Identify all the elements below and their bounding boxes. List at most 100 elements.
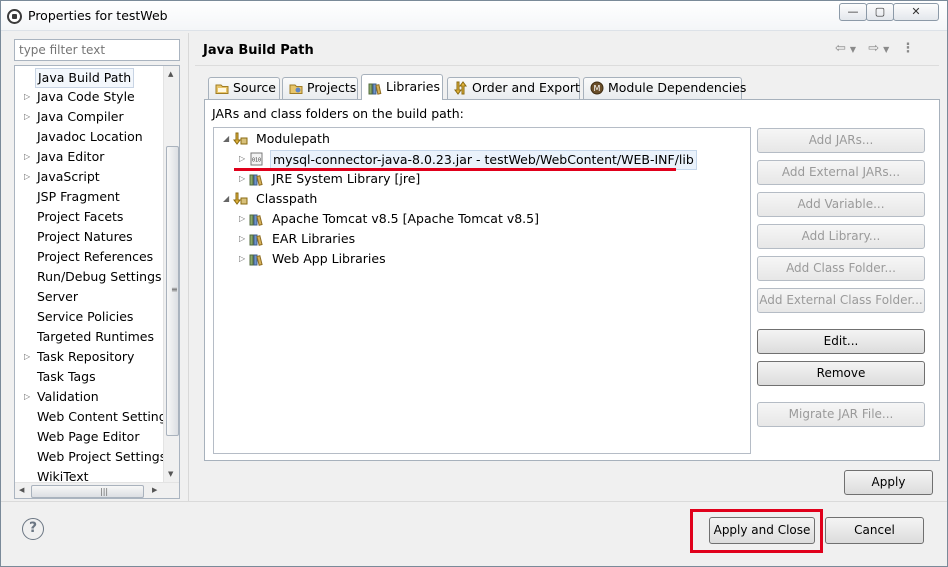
nav-horizontal-scrollbar[interactable]: ◀ ||| ▶ [15, 482, 179, 498]
property-page-tree: Java Build Path ▷ Java Code Style ▷ Java Com… [14, 65, 180, 499]
forward-dropdown-icon[interactable]: ▼ [883, 45, 893, 54]
tree-entry-label: mysql-connector-java-8.0.23.jar - testWe… [270, 150, 697, 170]
forward-arrow-icon[interactable]: ⇨ [868, 41, 883, 56]
modulepath-icon [233, 132, 248, 146]
tree-entry-label: Classpath [256, 191, 318, 206]
tab-libraries[interactable]: Libraries [361, 74, 443, 100]
scroll-left-arrow-icon[interactable]: ◀ [19, 486, 24, 494]
add-library-button[interactable]: Add Library... [757, 224, 925, 249]
tab-source[interactable]: Source [208, 77, 280, 99]
help-icon[interactable]: ? [22, 518, 44, 540]
maximize-button[interactable]: ▢ [866, 3, 894, 21]
library-icon [249, 232, 264, 246]
collapse-arrow-icon[interactable]: ◢ [223, 129, 229, 149]
add-external-class-folder-button[interactable]: Add External Class Folder... [757, 288, 925, 313]
expand-arrow-icon[interactable]: ▷ [24, 387, 34, 407]
classpath-icon [233, 192, 248, 206]
expand-arrow-icon[interactable]: ▷ [239, 149, 245, 169]
add-jars-button[interactable]: Add JARs... [757, 128, 925, 153]
title-separator [195, 65, 939, 66]
add-class-folder-button[interactable]: Add Class Folder... [757, 256, 925, 281]
nav-item-label: Run/Debug Settings [37, 269, 162, 284]
tree-entry-label: JRE System Library [jre] [272, 171, 421, 186]
expand-arrow-icon[interactable]: ▷ [239, 209, 245, 229]
nav-horizontal-scroll-thumb[interactable]: ||| [31, 485, 144, 498]
collapse-arrow-icon[interactable]: ◢ [223, 189, 229, 209]
page-history-arrows[interactable]: ⇦▼ ⇨▼ ⋮ [835, 41, 918, 56]
add-external-jars-button[interactable]: Add External JARs... [757, 160, 925, 185]
filter-input[interactable] [14, 39, 180, 61]
remove-button[interactable]: Remove [757, 361, 925, 386]
migrate-jar-file-button[interactable]: Migrate JAR File... [757, 402, 925, 427]
expand-arrow-icon[interactable]: ▷ [24, 147, 34, 167]
nav-item-label: Javadoc Location [37, 129, 143, 144]
nav-vertical-scrollbar[interactable]: ▲ ≡ ▼ [163, 66, 179, 482]
nav-item-label: Validation [37, 389, 99, 404]
tab-projects[interactable]: Projects [282, 77, 358, 99]
libraries-icon [368, 80, 382, 95]
add-variable-button[interactable]: Add Variable... [757, 192, 925, 217]
apply-button[interactable]: Apply [844, 470, 933, 495]
footer-separator [1, 501, 947, 502]
nav-item-label: Service Policies [37, 309, 134, 324]
nav-item-label: Web Page Editor [37, 429, 140, 444]
svg-text:M: M [594, 84, 601, 93]
svg-text:010: 010 [252, 158, 261, 164]
scroll-right-arrow-icon[interactable]: ▶ [152, 486, 157, 494]
library-icon [249, 172, 264, 186]
tree-entry-label: EAR Libraries [272, 231, 356, 246]
nav-item-label: Task Repository [37, 349, 135, 364]
view-menu-icon[interactable]: ⋮ [901, 41, 918, 56]
expand-arrow-icon[interactable]: ▷ [24, 107, 34, 127]
nav-item-label: JavaScript [37, 169, 100, 184]
nav-item-label: Targeted Runtimes [37, 329, 154, 344]
tab-order-and-export[interactable]: Order and Export [447, 77, 580, 99]
tab-label: Order and Export [472, 80, 580, 95]
jar-icon: 010 [249, 152, 264, 166]
library-icon [249, 212, 264, 226]
annotation-underline [234, 168, 676, 171]
expand-arrow-icon[interactable]: ▷ [24, 167, 34, 187]
annotation-highlight-box [690, 509, 823, 553]
expand-arrow-icon[interactable]: ▷ [24, 347, 34, 367]
scroll-down-arrow-icon[interactable]: ▼ [168, 470, 173, 478]
tab-module-dependencies[interactable]: M Module Dependencies [583, 77, 746, 99]
nav-item-label: Project Facets [37, 209, 124, 224]
expand-arrow-icon[interactable]: ▷ [24, 87, 34, 107]
tree-entry-label: Apache Tomcat v8.5 [Apache Tomcat v8.5] [272, 211, 539, 226]
build-path-caption: JARs and class folders on the build path… [212, 106, 464, 121]
nav-item-label: Project Natures [37, 229, 133, 244]
nav-item-label: Server [37, 289, 78, 304]
cancel-button[interactable]: Cancel [825, 517, 924, 544]
edit-button[interactable]: Edit... [757, 329, 925, 354]
tab-label: Module Dependencies [608, 80, 747, 95]
tab-label: Source [233, 80, 276, 95]
back-dropdown-icon[interactable]: ▼ [850, 45, 860, 54]
window-title: Properties for testWeb [28, 8, 168, 23]
close-button[interactable]: ✕ [893, 3, 939, 21]
nav-vertical-scroll-thumb[interactable]: ≡ [166, 146, 179, 436]
nav-item-label: Java Compiler [37, 109, 124, 124]
page-title: Java Build Path [203, 43, 314, 58]
minimize-button[interactable]: — [839, 3, 867, 21]
grip-icon: ||| [100, 487, 109, 496]
build-path-entries-tree[interactable]: ◢ Modulepath ▷ 010 mysql-connector-java-8.0.… [213, 127, 751, 454]
expand-arrow-icon[interactable]: ▷ [239, 249, 245, 269]
expand-arrow-icon[interactable]: ▷ [239, 229, 245, 249]
scroll-up-arrow-icon[interactable]: ▲ [168, 70, 173, 78]
back-arrow-icon[interactable]: ⇦ [835, 41, 850, 56]
nav-item-label: Java Editor [37, 149, 105, 164]
module-dependencies-icon: M [590, 81, 604, 95]
nav-item-label: Web Content Settings [37, 409, 174, 424]
expand-arrow-icon[interactable]: ▷ [239, 169, 245, 189]
tree-entry-label: Web App Libraries [272, 251, 386, 266]
nav-item-label: Task Tags [37, 369, 96, 384]
nav-item-label: Java Code Style [37, 89, 135, 104]
nav-item-label: Web Project Settings [37, 449, 167, 464]
title-bar: Properties for testWeb — ▢ ✕ [1, 1, 947, 31]
tree-entry-label: Modulepath [256, 131, 330, 146]
nav-item-label: Java Build Path [35, 68, 135, 88]
nav-item-label: Project References [37, 249, 154, 264]
pane-sash[interactable] [188, 33, 189, 501]
library-icon [249, 252, 264, 266]
